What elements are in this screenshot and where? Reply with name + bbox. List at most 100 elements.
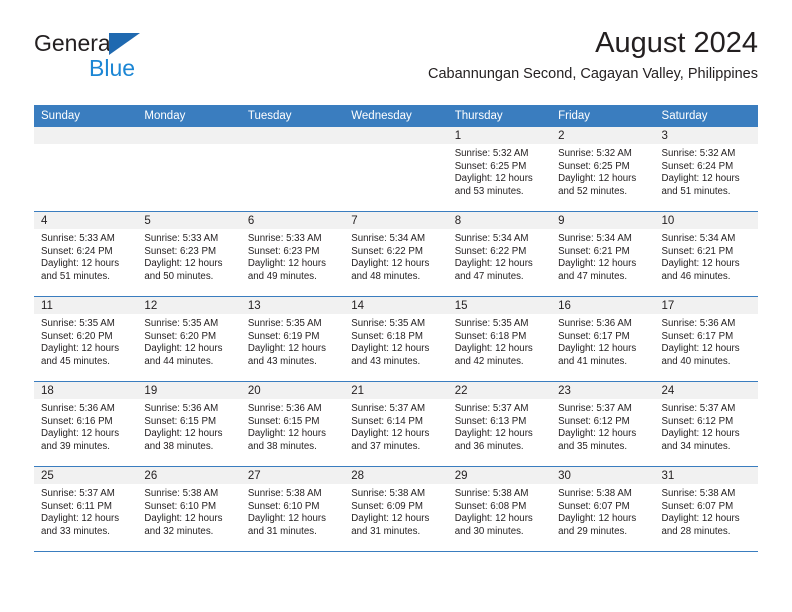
day-details: Sunrise: 5:32 AM Sunset: 6:25 PM Daylight:… (551, 144, 654, 198)
day-number: 24 (654, 382, 758, 399)
day-cell-inner: 21 Sunrise: 5:37 AM Sunset: 6:14 PM Dayligh… (344, 382, 448, 466)
location-subtitle: Cabannungan Second, Cagayan Valley, Phil… (428, 66, 758, 82)
calendar-day-cell[interactable]: 9 Sunrise: 5:34 AM Sunset: 6:21 PM Daylight… (551, 211, 655, 297)
sunset-text: Sunset: 6:07 PM (661, 500, 734, 512)
sunset-text: Sunset: 6:20 PM (41, 330, 113, 342)
calendar-day-cell[interactable]: 4 Sunrise: 5:33 AM Sunset: 6:24 PM Daylight… (34, 211, 138, 297)
daylight-text: Daylight: 12 hours and 32 minutes. (144, 513, 223, 537)
calendar-week-row: 25 Sunrise: 5:37 AM Sunset: 6:11 PM Dayligh… (34, 466, 758, 552)
sunrise-text: Sunrise: 5:33 AM (247, 233, 322, 244)
calendar-day-cell[interactable]: 11 Sunrise: 5:35 AM Sunset: 6:20 PM Dayligh… (34, 296, 138, 382)
day-number: 23 (551, 382, 655, 399)
day-cell-inner: 19 Sunrise: 5:36 AM Sunset: 6:15 PM Dayligh… (137, 382, 241, 466)
calendar-day-cell[interactable]: 13 Sunrise: 5:35 AM Sunset: 6:19 PM Dayligh… (240, 296, 345, 382)
day-cell-inner: 12 Sunrise: 5:35 AM Sunset: 6:20 PM Dayligh… (137, 297, 241, 381)
sunrise-text: Sunrise: 5:37 AM (661, 403, 736, 414)
calendar-day-cell[interactable]: 16 Sunrise: 5:36 AM Sunset: 6:17 PM Dayligh… (551, 296, 655, 382)
day-cell-inner: 8 Sunrise: 5:34 AM Sunset: 6:22 PM Daylight… (447, 212, 552, 296)
sunset-text: Sunset: 6:11 PM (41, 500, 112, 512)
sunset-text: Sunset: 6:19 PM (247, 330, 320, 342)
calendar-day-cell[interactable]: 21 Sunrise: 5:37 AM Sunset: 6:14 PM Dayligh… (344, 381, 448, 467)
calendar-day-cell[interactable]: 6 Sunrise: 5:33 AM Sunset: 6:23 PM Daylight… (240, 211, 345, 297)
daylight-text: Daylight: 12 hours and 42 minutes. (454, 343, 533, 367)
calendar-day-cell[interactable]: 26 Sunrise: 5:38 AM Sunset: 6:10 PM Dayligh… (137, 466, 241, 552)
day-details: Sunrise: 5:37 AM Sunset: 6:11 PM Daylight:… (34, 484, 137, 538)
sunset-text: Sunset: 6:15 PM (247, 415, 320, 427)
calendar-week-row: 1 Sunrise: 5:32 AM Sunset: 6:25 PM Daylight… (34, 127, 758, 212)
daylight-text: Daylight: 12 hours and 29 minutes. (558, 513, 637, 537)
daylight-text: Daylight: 12 hours and 38 minutes. (247, 428, 326, 452)
day-cell-inner: 9 Sunrise: 5:34 AM Sunset: 6:21 PM Daylight… (551, 212, 655, 296)
day-cell-inner: 28 Sunrise: 5:38 AM Sunset: 6:09 PM Dayligh… (344, 467, 448, 551)
sunrise-text: Sunrise: 5:38 AM (558, 488, 632, 499)
sunset-text: Sunset: 6:25 PM (558, 160, 630, 172)
day-details: Sunrise: 5:33 AM Sunset: 6:24 PM Daylight:… (34, 229, 137, 283)
day-details: Sunrise: 5:38 AM Sunset: 6:07 PM Daylight:… (655, 484, 758, 538)
calendar-day-cell[interactable]: 30 Sunrise: 5:38 AM Sunset: 6:07 PM Dayligh… (551, 466, 655, 552)
sunset-text: Sunset: 6:10 PM (144, 500, 217, 512)
day-details: Sunrise: 5:37 AM Sunset: 6:12 PM Daylight:… (655, 399, 758, 453)
day-cell-inner: 27 Sunrise: 5:38 AM Sunset: 6:10 PM Dayligh… (240, 467, 345, 551)
day-cell-inner: 14 Sunrise: 5:35 AM Sunset: 6:18 PM Dayligh… (344, 297, 448, 381)
calendar-day-cell[interactable]: 10 Sunrise: 5:34 AM Sunset: 6:21 PM Dayligh… (654, 211, 758, 297)
calendar-day-cell[interactable]: 25 Sunrise: 5:37 AM Sunset: 6:11 PM Dayligh… (34, 466, 138, 552)
calendar-day-cell[interactable]: 23 Sunrise: 5:37 AM Sunset: 6:12 PM Dayligh… (551, 381, 655, 467)
calendar-page: General Blue August 2024 Cabannungan Sec… (0, 0, 792, 612)
daylight-text: Daylight: 12 hours and 33 minutes. (41, 513, 120, 537)
calendar-day-cell[interactable]: 19 Sunrise: 5:36 AM Sunset: 6:15 PM Dayligh… (137, 381, 241, 467)
sunset-text: Sunset: 6:10 PM (247, 500, 320, 512)
calendar-day-cell[interactable]: 8 Sunrise: 5:34 AM Sunset: 6:22 PM Daylight… (447, 211, 552, 297)
day-details: Sunrise: 5:32 AM Sunset: 6:25 PM Daylight:… (448, 144, 551, 198)
sunset-text: Sunset: 6:13 PM (454, 415, 527, 427)
day-number: 14 (344, 297, 448, 314)
calendar-week-row: 11 Sunrise: 5:35 AM Sunset: 6:20 PM Dayligh… (34, 296, 758, 382)
day-cell-inner: 23 Sunrise: 5:37 AM Sunset: 6:12 PM Dayligh… (551, 382, 655, 466)
daylight-text: Daylight: 12 hours and 43 minutes. (351, 343, 430, 367)
calendar-day-cell[interactable]: 20 Sunrise: 5:36 AM Sunset: 6:15 PM Dayligh… (240, 381, 345, 467)
day-cell-inner: 1 Sunrise: 5:32 AM Sunset: 6:25 PM Daylight… (447, 127, 552, 211)
daylight-text: Daylight: 12 hours and 47 minutes. (558, 258, 637, 282)
sunset-text: Sunset: 6:18 PM (351, 330, 423, 342)
calendar-day-cell[interactable]: 18 Sunrise: 5:36 AM Sunset: 6:16 PM Dayligh… (34, 381, 138, 467)
sunrise-text: Sunrise: 5:32 AM (454, 148, 529, 159)
calendar-day-cell[interactable]: 31 Sunrise: 5:38 AM Sunset: 6:07 PM Dayligh… (654, 466, 758, 552)
calendar-day-cell[interactable]: 12 Sunrise: 5:35 AM Sunset: 6:20 PM Dayligh… (137, 296, 241, 382)
calendar-day-cell[interactable]: 28 Sunrise: 5:38 AM Sunset: 6:09 PM Dayligh… (344, 466, 448, 552)
day-details: Sunrise: 5:35 AM Sunset: 6:18 PM Daylight:… (344, 314, 447, 368)
day-details: Sunrise: 5:37 AM Sunset: 6:13 PM Daylight:… (448, 399, 551, 453)
calendar-day-cell[interactable]: 17 Sunrise: 5:36 AM Sunset: 6:17 PM Dayligh… (654, 296, 758, 382)
sunrise-text: Sunrise: 5:35 AM (144, 318, 219, 329)
sunset-text: Sunset: 6:17 PM (558, 330, 630, 342)
sunset-text: Sunset: 6:20 PM (144, 330, 217, 342)
sunrise-text: Sunrise: 5:32 AM (558, 148, 632, 159)
sunset-text: Sunset: 6:08 PM (454, 500, 527, 512)
calendar-day-cell[interactable]: 22 Sunrise: 5:37 AM Sunset: 6:13 PM Dayligh… (447, 381, 552, 467)
calendar-day-cell[interactable]: 24 Sunrise: 5:37 AM Sunset: 6:12 PM Dayligh… (654, 381, 758, 467)
daylight-text: Daylight: 12 hours and 31 minutes. (247, 513, 326, 537)
day-cell-inner: 16 Sunrise: 5:36 AM Sunset: 6:17 PM Dayligh… (551, 297, 655, 381)
general-blue-logo[interactable]: General Blue (34, 30, 254, 86)
calendar-day-cell[interactable]: 3 Sunrise: 5:32 AM Sunset: 6:24 PM Daylight… (654, 127, 758, 212)
daylight-text: Daylight: 12 hours and 51 minutes. (41, 258, 120, 282)
calendar-day-cell[interactable]: 14 Sunrise: 5:35 AM Sunset: 6:18 PM Dayligh… (344, 296, 448, 382)
sunset-text: Sunset: 6:14 PM (351, 415, 423, 427)
calendar-day-cell[interactable]: 2 Sunrise: 5:32 AM Sunset: 6:25 PM Daylight… (551, 127, 655, 212)
day-details: Sunrise: 5:34 AM Sunset: 6:22 PM Daylight:… (344, 229, 447, 283)
day-details: Sunrise: 5:33 AM Sunset: 6:23 PM Daylight:… (241, 229, 344, 283)
calendar-day-cell[interactable]: 7 Sunrise: 5:34 AM Sunset: 6:22 PM Daylight… (344, 211, 448, 297)
day-number: 29 (447, 467, 552, 484)
calendar-day-cell[interactable]: 5 Sunrise: 5:33 AM Sunset: 6:23 PM Daylight… (137, 211, 241, 297)
calendar-day-cell[interactable]: 1 Sunrise: 5:32 AM Sunset: 6:25 PM Daylight… (447, 127, 552, 212)
sunset-text: Sunset: 6:24 PM (661, 160, 734, 172)
calendar-week-row: 18 Sunrise: 5:36 AM Sunset: 6:16 PM Dayligh… (34, 381, 758, 467)
calendar-day-cell[interactable]: 27 Sunrise: 5:38 AM Sunset: 6:10 PM Dayligh… (240, 466, 345, 552)
day-number: 30 (551, 467, 655, 484)
sunrise-text: Sunrise: 5:36 AM (558, 318, 632, 329)
calendar-table: Sunday Monday Tuesday Wednesday Thursday… (34, 105, 758, 552)
day-number: 13 (240, 297, 345, 314)
day-number: 26 (137, 467, 241, 484)
calendar-day-cell[interactable]: 15 Sunrise: 5:35 AM Sunset: 6:18 PM Dayligh… (447, 296, 552, 382)
day-number: 10 (654, 212, 758, 229)
calendar-day-cell[interactable]: 29 Sunrise: 5:38 AM Sunset: 6:08 PM Dayligh… (447, 466, 552, 552)
day-cell-inner: 24 Sunrise: 5:37 AM Sunset: 6:12 PM Dayligh… (654, 382, 758, 466)
